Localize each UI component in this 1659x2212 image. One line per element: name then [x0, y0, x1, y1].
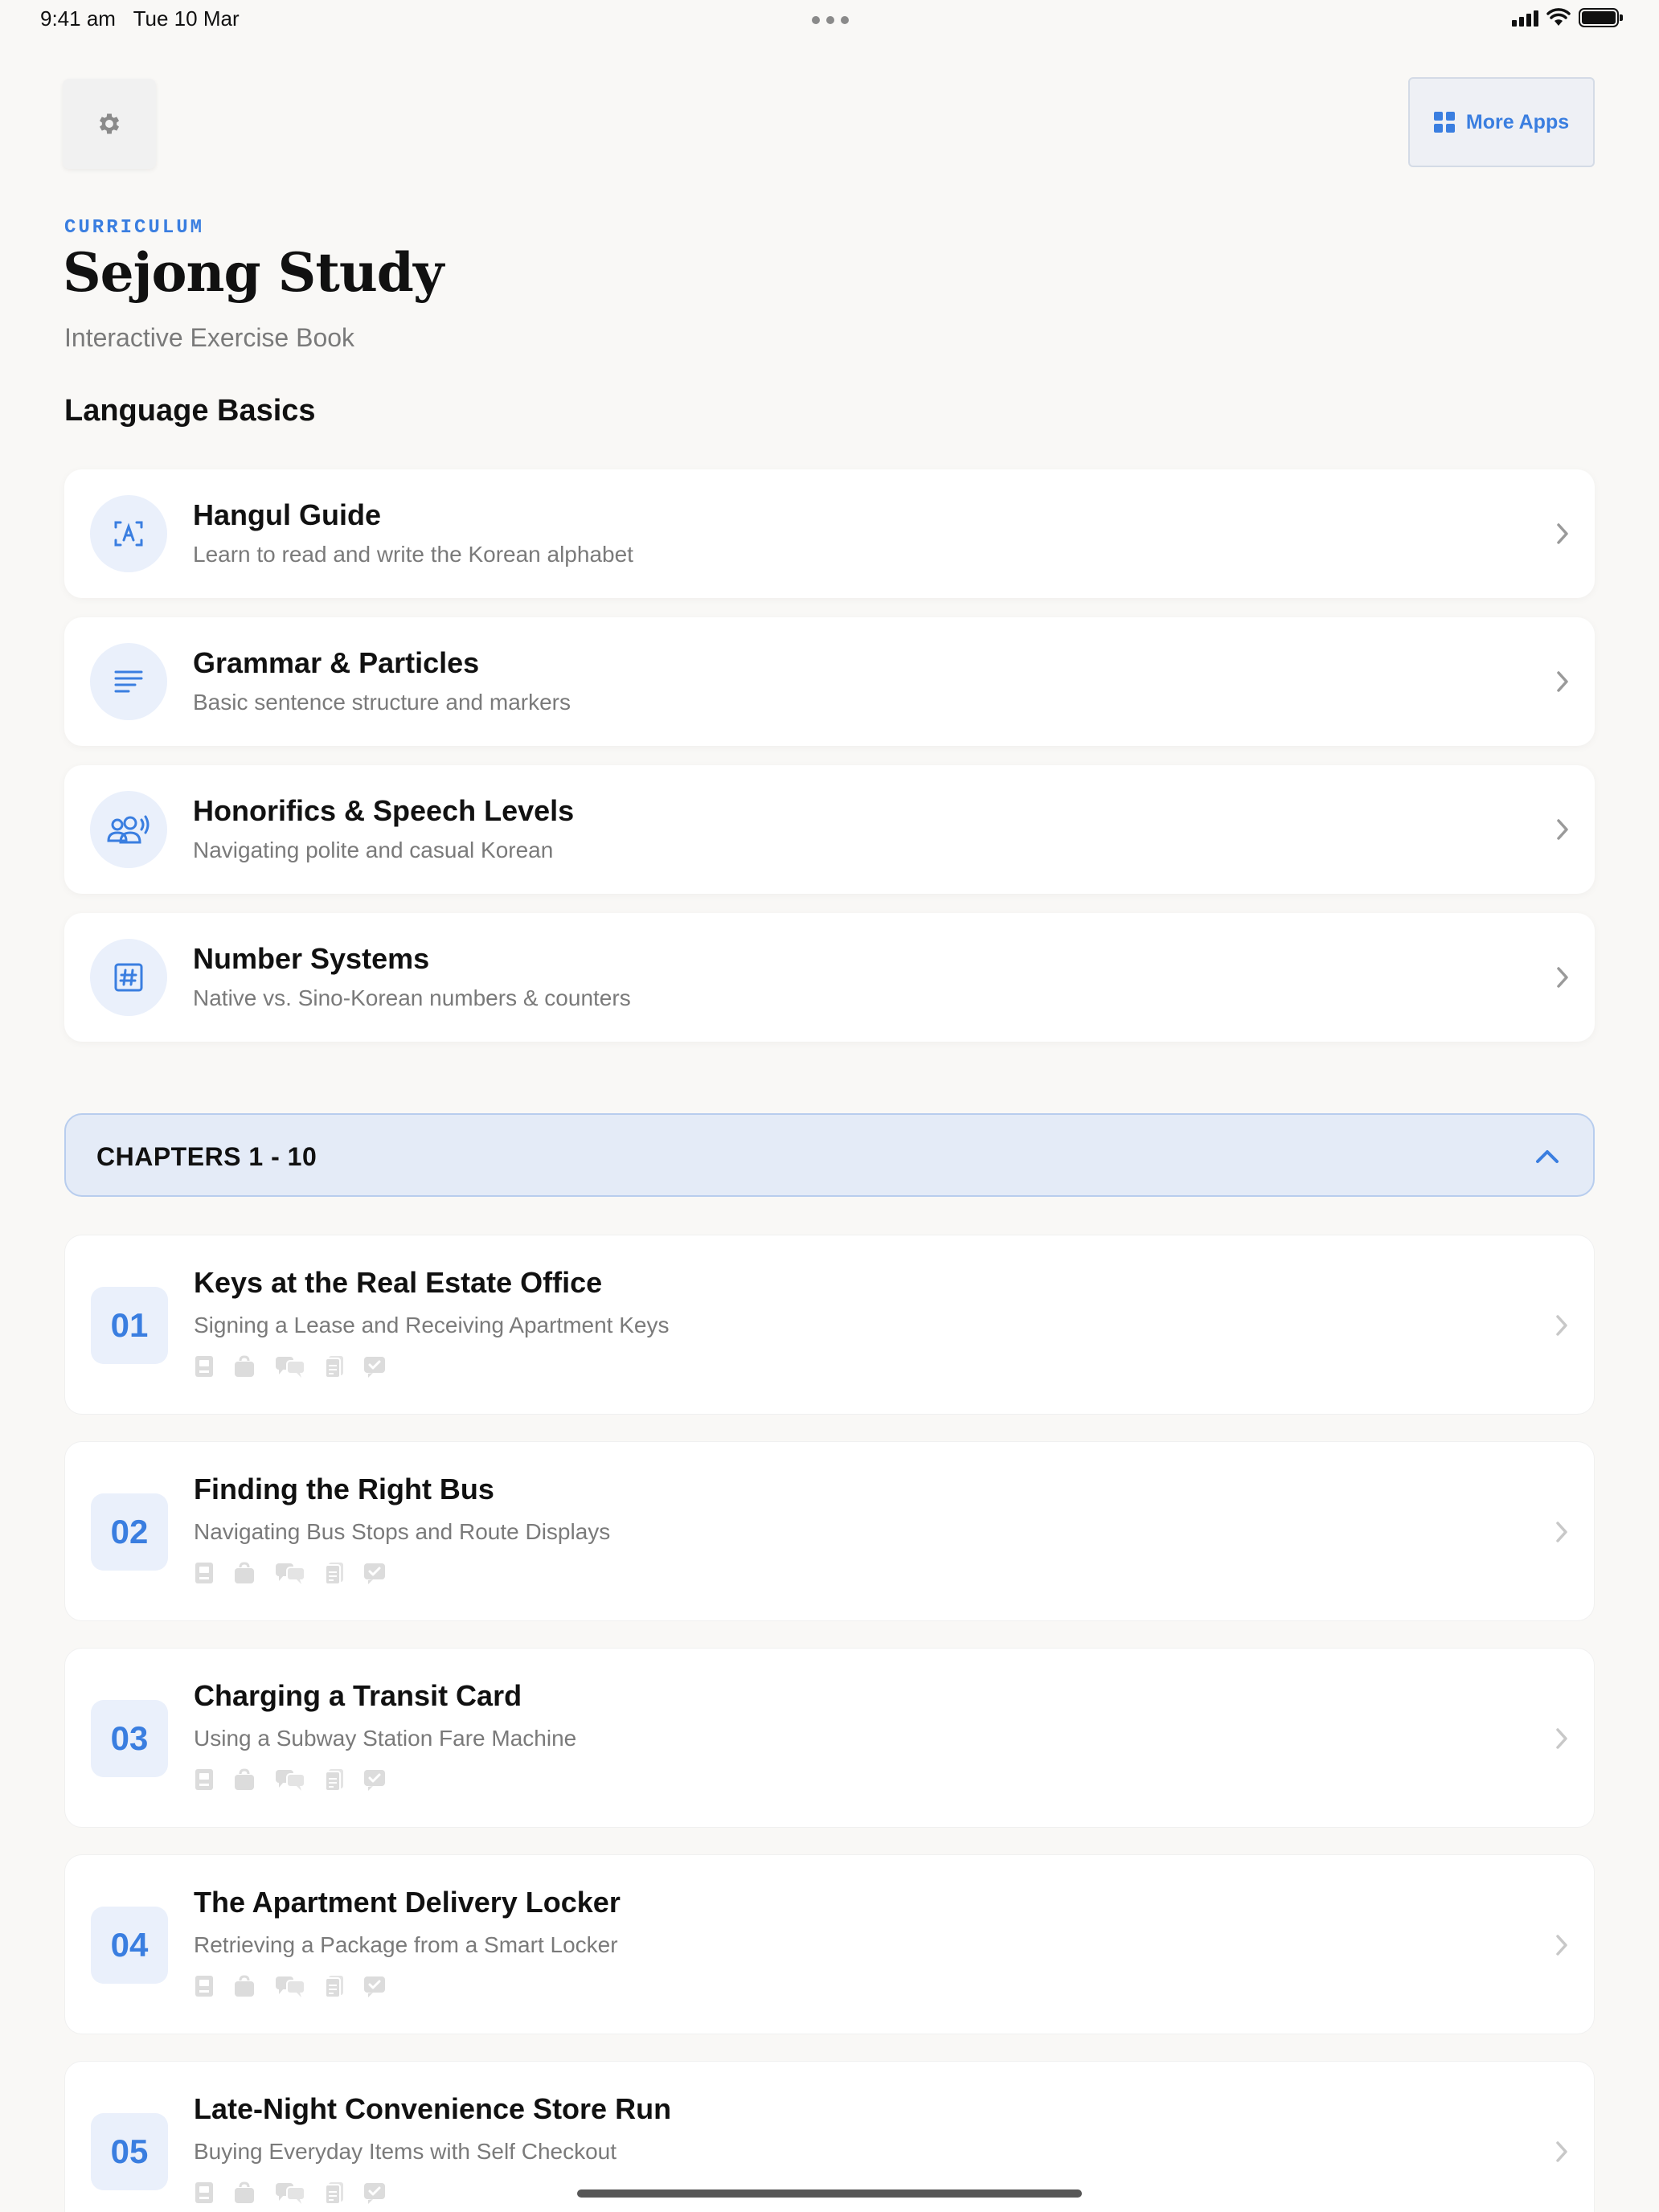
eyebrow-label: CURRICULUM	[64, 217, 205, 239]
chapter-number-badge: 01	[91, 1287, 168, 1364]
document-icon	[324, 1561, 345, 1589]
cellular-signal-icon	[1512, 9, 1538, 27]
chapter-activity-icons	[194, 1561, 387, 1589]
chevron-up-icon	[1536, 1150, 1559, 1163]
chapter-card-01[interactable]: 01 Keys at the Real Estate Office Signin…	[64, 1235, 1595, 1415]
chapter-subtitle: Retrieving a Package from a Smart Locker	[194, 1932, 618, 1957]
chevron-right-icon	[1556, 1522, 1567, 1542]
document-icon	[324, 1354, 345, 1382]
chapter-activity-icons	[194, 2181, 387, 2209]
chevron-right-icon	[1557, 819, 1568, 840]
chapter-number-badge: 04	[91, 1907, 168, 1984]
chapter-card-03[interactable]: 03 Charging a Transit Card Using a Subwa…	[64, 1648, 1595, 1828]
page-subtitle: Interactive Exercise Book	[64, 323, 355, 352]
bag-icon	[232, 2181, 256, 2209]
gear-icon	[99, 113, 120, 134]
chapters-list: 01 Keys at the Real Estate Office Signin…	[64, 1235, 1595, 2212]
chapter-title: Charging a Transit Card	[194, 1679, 522, 1712]
basics-item-numbers[interactable]: Number Systems Native vs. Sino-Korean nu…	[64, 913, 1595, 1042]
chevron-right-icon	[1557, 523, 1568, 544]
chevron-right-icon	[1556, 1728, 1567, 1749]
status-time: 9:41 am Tue 10 Mar	[40, 6, 240, 31]
chapter-subtitle: Using a Subway Station Fare Machine	[194, 1726, 577, 1751]
alphabet-icon	[90, 495, 167, 572]
chapter-title: Finding the Right Bus	[194, 1473, 494, 1505]
chat-bubbles-icon	[274, 1974, 306, 2002]
chevron-right-icon	[1557, 967, 1568, 988]
bag-icon	[232, 1354, 256, 1382]
chapter-title: The Apartment Delivery Locker	[194, 1886, 621, 1919]
checkmark-icon	[363, 2181, 387, 2209]
chapter-title: Late-Night Convenience Store Run	[194, 2092, 672, 2125]
section-title-basics: Language Basics	[64, 394, 316, 428]
document-icon	[324, 1768, 345, 1796]
chapter-number-badge: 03	[91, 1700, 168, 1777]
chapter-number-badge: 05	[91, 2113, 168, 2190]
chapter-card-02[interactable]: 02 Finding the Right Bus Navigating Bus …	[64, 1441, 1595, 1621]
chapter-subtitle: Navigating Bus Stops and Route Displays	[194, 1519, 611, 1544]
book-icon	[194, 1974, 215, 2002]
page-title: Sejong Study	[63, 241, 444, 304]
book-icon	[194, 2181, 215, 2209]
basics-item-subtitle: Navigating polite and casual Korean	[193, 838, 554, 862]
hash-icon	[90, 939, 167, 1016]
basics-item-title: Honorifics & Speech Levels	[193, 794, 575, 827]
multitasking-dots-icon[interactable]	[812, 16, 849, 24]
basics-item-subtitle: Learn to read and write the Korean alpha…	[193, 542, 633, 567]
book-icon	[194, 1354, 215, 1382]
basics-item-hangul[interactable]: Hangul Guide Learn to read and write the…	[64, 469, 1595, 598]
chapter-activity-icons	[194, 1354, 387, 1382]
basics-item-subtitle: Native vs. Sino-Korean numbers & counter…	[193, 985, 631, 1010]
chapters-group-label: CHAPTERS 1 - 10	[96, 1142, 317, 1171]
chat-bubbles-icon	[274, 1354, 306, 1382]
status-bar: 9:41 am Tue 10 Mar	[0, 0, 1659, 39]
settings-button[interactable]	[63, 79, 156, 169]
checkmark-icon	[363, 1354, 387, 1382]
grid-icon	[1433, 112, 1455, 133]
book-icon	[194, 1561, 215, 1589]
document-icon	[324, 1974, 345, 2002]
document-icon	[324, 2181, 345, 2209]
basics-item-honorifics[interactable]: Honorifics & Speech Levels Navigating po…	[64, 765, 1595, 894]
chevron-right-icon	[1556, 2141, 1567, 2162]
chapters-group-toggle[interactable]: CHAPTERS 1 - 10	[64, 1113, 1595, 1197]
people-speaking-icon	[90, 791, 167, 868]
chat-bubbles-icon	[274, 2181, 306, 2209]
chevron-right-icon	[1557, 671, 1568, 692]
home-indicator[interactable]	[577, 2189, 1082, 2198]
chapter-subtitle: Buying Everyday Items with Self Checkout	[194, 2139, 617, 2164]
basics-item-grammar[interactable]: Grammar & Particles Basic sentence struc…	[64, 617, 1595, 746]
checkmark-icon	[363, 1768, 387, 1796]
text-lines-icon	[90, 643, 167, 720]
basics-item-title: Grammar & Particles	[193, 646, 480, 679]
bag-icon	[232, 1561, 256, 1589]
chevron-right-icon	[1556, 1315, 1567, 1336]
chapter-activity-icons	[194, 1768, 387, 1796]
chapter-activity-icons	[194, 1974, 387, 2002]
basics-item-title: Number Systems	[193, 942, 430, 975]
chat-bubbles-icon	[274, 1768, 306, 1796]
chat-bubbles-icon	[274, 1561, 306, 1589]
basics-item-title: Hangul Guide	[193, 498, 381, 531]
chapter-card-04[interactable]: 04 The Apartment Delivery Locker Retriev…	[64, 1854, 1595, 2034]
basics-item-subtitle: Basic sentence structure and markers	[193, 690, 571, 715]
more-apps-label: More Apps	[1465, 110, 1570, 133]
book-icon	[194, 1768, 215, 1796]
bag-icon	[232, 1974, 256, 2002]
battery-icon	[1579, 8, 1623, 27]
more-apps-button[interactable]: More Apps	[1408, 77, 1595, 167]
chapter-subtitle: Signing a Lease and Receiving Apartment …	[194, 1313, 670, 1337]
wifi-icon	[1546, 8, 1571, 26]
status-indicators	[1512, 8, 1623, 27]
chapter-number-badge: 02	[91, 1493, 168, 1571]
checkmark-icon	[363, 1974, 387, 2002]
chevron-right-icon	[1556, 1935, 1567, 1956]
bag-icon	[232, 1768, 256, 1796]
chapter-title: Keys at the Real Estate Office	[194, 1266, 603, 1299]
basics-list: Hangul Guide Learn to read and write the…	[64, 469, 1595, 1061]
checkmark-icon	[363, 1561, 387, 1589]
